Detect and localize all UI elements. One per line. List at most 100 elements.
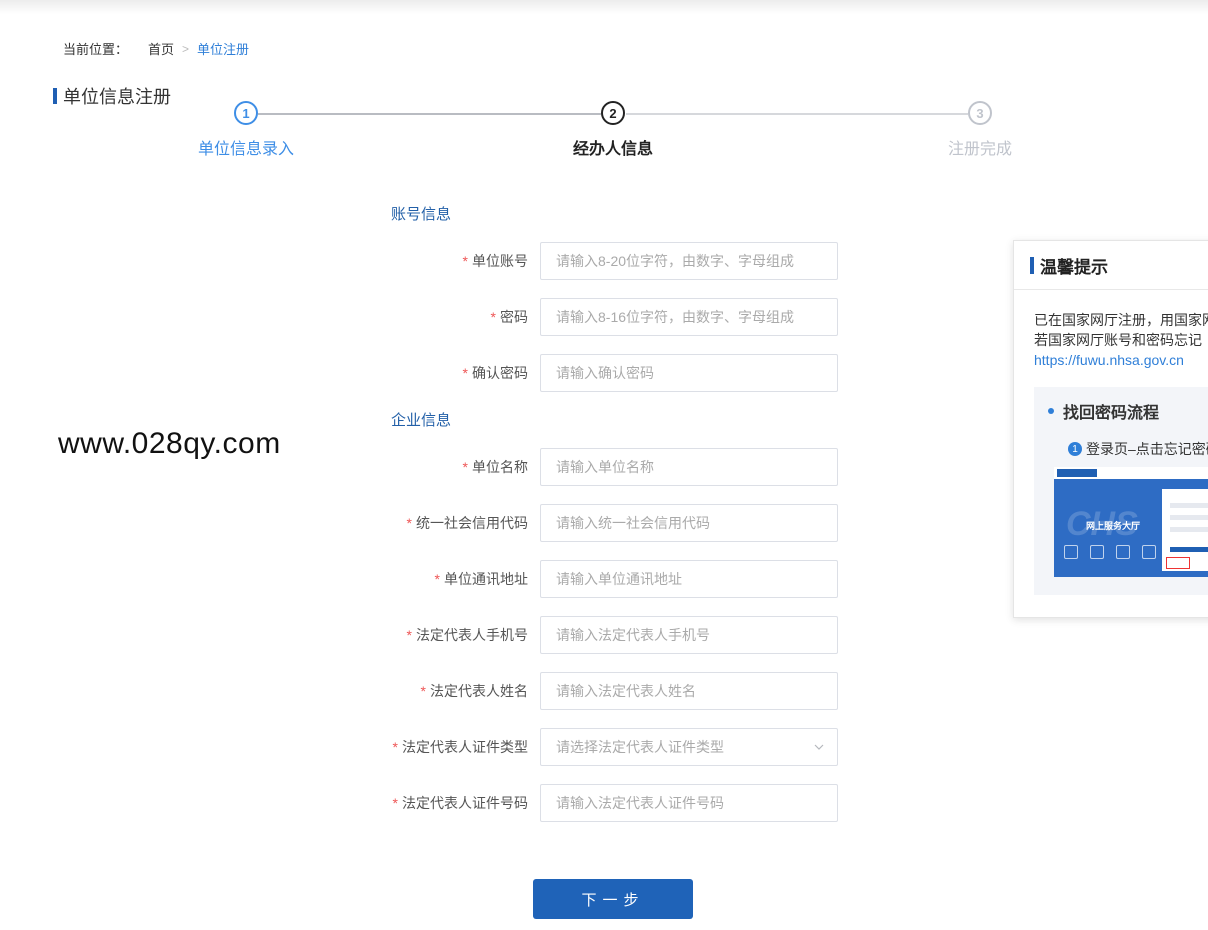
password-label-text: 密码 xyxy=(500,309,528,325)
section-account-title: 账号信息 xyxy=(391,206,452,223)
screenshot-title: 网上服务大厅 xyxy=(1086,521,1141,531)
legal-id-type-select[interactable]: 请选择法定代表人证件类型 xyxy=(540,728,838,766)
address-placeholder: 请输入单位通讯地址 xyxy=(556,571,682,587)
legal-id-no-input[interactable]: 请输入法定代表人证件号码 xyxy=(540,784,838,822)
unit-name-label-text: 单位名称 xyxy=(472,459,528,475)
screenshot-icons xyxy=(1064,545,1156,559)
legal-id-no-label-text: 法定代表人证件号码 xyxy=(402,795,528,811)
breadcrumb-current: 单位注册 xyxy=(197,42,250,57)
screenshot-field xyxy=(1170,515,1208,520)
confirm-password-input[interactable]: 请输入确认密码 xyxy=(540,354,838,392)
confirm-password-label-text: 确认密码 xyxy=(472,365,528,381)
legal-name-placeholder: 请输入法定代表人姓名 xyxy=(556,683,696,699)
breadcrumb-prefix: 当前位置： xyxy=(63,42,129,57)
password-recovery-flow: 找回密码流程 1 登录页–点击忘记密码 CHS 网上服务大厅 xyxy=(1034,387,1208,595)
tips-accent-bar xyxy=(1030,256,1034,274)
required-mark: * xyxy=(434,571,440,587)
form-row-legal-id-type: * 法定代表人证件类型 请选择法定代表人证件类型 xyxy=(380,727,838,767)
unit-name-input[interactable]: 请输入单位名称 xyxy=(540,448,838,486)
step-3-label: 注册完成 xyxy=(947,141,1012,158)
legal-name-input[interactable]: 请输入法定代表人姓名 xyxy=(540,672,838,710)
legal-phone-label: * 法定代表人手机号 xyxy=(380,625,540,645)
required-mark: * xyxy=(392,739,398,755)
flow-title: 找回密码流程 xyxy=(1048,399,1159,423)
form-row-password: * 密码 请输入8-16位字符，由数字、字母组成 xyxy=(380,297,838,337)
step-2-circle: 2 xyxy=(601,101,625,125)
legal-phone-label-text: 法定代表人手机号 xyxy=(416,627,528,643)
credit-code-label: * 统一社会信用代码 xyxy=(380,513,540,533)
breadcrumb-home-link[interactable]: 首页 xyxy=(148,39,174,58)
required-mark: * xyxy=(462,365,468,381)
unit-account-input[interactable]: 请输入8-20位字符，由数字、字母组成 xyxy=(540,242,838,280)
unit-account-label-text: 单位账号 xyxy=(472,253,528,269)
tips-title: 温馨提示 xyxy=(1040,257,1108,277)
legal-id-no-placeholder: 请输入法定代表人证件号码 xyxy=(556,795,724,811)
confirm-password-label: * 确认密码 xyxy=(380,363,540,383)
legal-id-type-label: * 法定代表人证件类型 xyxy=(380,737,540,757)
legal-phone-input[interactable]: 请输入法定代表人手机号 xyxy=(540,616,838,654)
page-title-text: 单位信息注册 xyxy=(63,87,171,107)
bullet-dot-icon xyxy=(1048,408,1054,414)
tips-panel: 温馨提示 已在国家网厅注册，用国家网 若国家网厅账号和密码忘记 https://… xyxy=(1013,240,1208,618)
required-mark: * xyxy=(462,459,468,475)
password-label: * 密码 xyxy=(380,307,540,327)
required-mark: * xyxy=(462,253,468,269)
top-shadow xyxy=(0,0,1208,14)
next-step-button[interactable]: 下一步 xyxy=(533,879,693,919)
step-1-circle: 1 xyxy=(234,101,258,125)
credit-code-placeholder: 请输入统一社会信用代码 xyxy=(556,515,710,531)
address-input[interactable]: 请输入单位通讯地址 xyxy=(540,560,838,598)
section-company-title: 企业信息 xyxy=(391,412,452,429)
service-icon xyxy=(1090,545,1104,559)
service-icon xyxy=(1116,545,1130,559)
required-mark: * xyxy=(392,795,398,811)
legal-id-no-label: * 法定代表人证件号码 xyxy=(380,793,540,813)
unit-name-placeholder: 请输入单位名称 xyxy=(556,459,654,475)
screenshot-field xyxy=(1170,503,1208,508)
screenshot-login-panel xyxy=(1162,489,1208,571)
page-title: 单位信息注册 xyxy=(53,83,171,109)
form-row-legal-phone: * 法定代表人手机号 请输入法定代表人手机号 xyxy=(380,615,838,655)
required-mark: * xyxy=(406,627,412,643)
step-1-label: 单位信息录入 xyxy=(197,141,294,158)
form-row-unit-account: * 单位账号 请输入8-20位字符，由数字、字母组成 xyxy=(380,241,838,281)
screenshot-logo xyxy=(1057,469,1097,477)
tips-line-1: 已在国家网厅注册，用国家网 xyxy=(1034,312,1208,328)
legal-id-type-label-text: 法定代表人证件类型 xyxy=(402,739,528,755)
tips-link[interactable]: https://fuwu.nhsa.gov.cn xyxy=(1034,350,1208,370)
step-1-number: 1 xyxy=(242,105,250,121)
confirm-password-placeholder: 请输入确认密码 xyxy=(556,365,654,381)
form-row-legal-id-no: * 法定代表人证件号码 请输入法定代表人证件号码 xyxy=(380,783,838,823)
screenshot-highlight-box xyxy=(1166,557,1190,569)
step-connector-2 xyxy=(626,113,968,115)
legal-phone-placeholder: 请输入法定代表人手机号 xyxy=(556,627,710,643)
step-number-badge-icon: 1 xyxy=(1068,442,1082,456)
legal-name-label: * 法定代表人姓名 xyxy=(380,681,540,701)
watermark-text: www.028qy.com xyxy=(58,427,281,460)
flow-step-1-text: 登录页–点击忘记密码 xyxy=(1086,441,1208,457)
screenshot-field xyxy=(1170,527,1208,532)
chevron-down-icon xyxy=(813,741,825,756)
required-mark: * xyxy=(420,683,426,699)
step-3-circle: 3 xyxy=(968,101,992,125)
screenshot-login-button xyxy=(1170,547,1208,552)
password-input[interactable]: 请输入8-16位字符，由数字、字母组成 xyxy=(540,298,838,336)
step-3-number: 3 xyxy=(976,105,984,121)
required-mark: * xyxy=(490,309,496,325)
form-row-legal-name: * 法定代表人姓名 请输入法定代表人姓名 xyxy=(380,671,838,711)
address-label: * 单位通讯地址 xyxy=(380,569,540,589)
form-row-credit-code: * 统一社会信用代码 请输入统一社会信用代码 xyxy=(380,503,838,543)
credit-code-input[interactable]: 请输入统一社会信用代码 xyxy=(540,504,838,542)
breadcrumb: 当前位置： 首页 > 单位注册 xyxy=(63,39,249,58)
required-mark: * xyxy=(406,515,412,531)
tips-body: 已在国家网厅注册，用国家网 若国家网厅账号和密码忘记 https://fuwu.… xyxy=(1014,290,1208,370)
legal-id-type-placeholder: 请选择法定代表人证件类型 xyxy=(556,739,724,755)
tips-line-2: 若国家网厅账号和密码忘记 xyxy=(1034,332,1202,348)
step-2-number: 2 xyxy=(609,105,617,121)
flow-title-text: 找回密码流程 xyxy=(1063,405,1160,422)
unit-account-label: * 单位账号 xyxy=(380,251,540,271)
form-row-address: * 单位通讯地址 请输入单位通讯地址 xyxy=(380,559,838,599)
unit-name-label: * 单位名称 xyxy=(380,457,540,477)
form-row-unit-name: * 单位名称 请输入单位名称 xyxy=(380,447,838,487)
address-label-text: 单位通讯地址 xyxy=(444,571,528,587)
